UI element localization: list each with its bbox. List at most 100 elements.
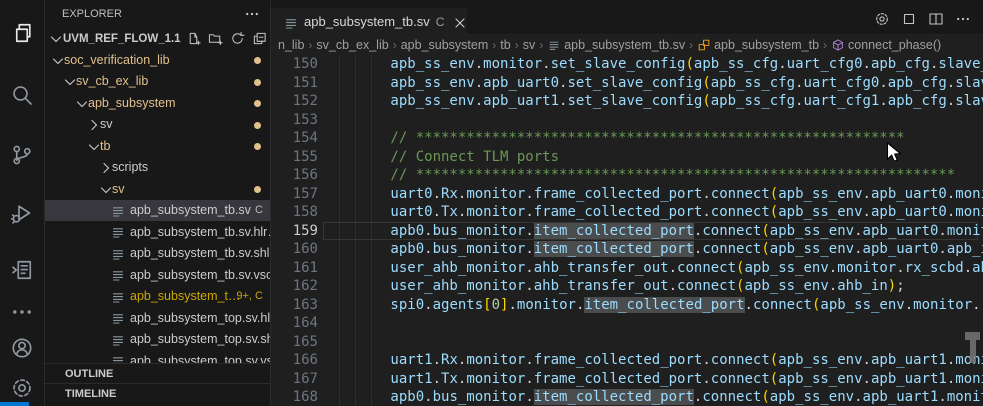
explorer-folder-row[interactable]: apb_subsystem — [45, 92, 270, 114]
explorer-file-row[interactable]: apb_subsystem_tb.svC — [45, 200, 270, 222]
activitybar-item-references-view[interactable] — [0, 249, 44, 291]
code-line[interactable]: apb_ss_env.apb_uart0.set_slave_config(ap… — [323, 74, 983, 93]
collapse-all-icon — [252, 31, 267, 46]
code-line[interactable]: user_ahb_monitor.ahb_transfer_out.connec… — [323, 259, 983, 278]
tab-apb-subsystem-tb[interactable]: apb_subsystem_tb.sv C — [271, 8, 467, 35]
line-number[interactable]: 153 — [271, 111, 318, 130]
code-line[interactable]: apb_ss_env.apb_uart1.set_slave_config(ap… — [323, 92, 983, 111]
outline-panel-header[interactable]: OUTLINE — [45, 363, 270, 383]
explorer-file-row[interactable]: apb_subsystem_top.sv.hl… — [45, 307, 270, 329]
search-icon — [10, 83, 34, 107]
line-number[interactable]: 155 — [271, 148, 318, 167]
code-line[interactable]: uart1.Tx.monitor.frame_collected_port.co… — [323, 370, 983, 389]
code-editor[interactable]: 1501511521531541551561571581591601611621… — [271, 55, 983, 406]
breadcrumb-item[interactable]: sv_cb_ex_lib — [316, 38, 388, 52]
doc-run-icon — [10, 258, 34, 282]
ellipsis-button[interactable] — [955, 10, 971, 28]
activitybar-item-account[interactable] — [0, 327, 44, 369]
breadcrumb-item[interactable]: apb_subsystem — [401, 38, 489, 52]
line-number[interactable]: 168 — [271, 388, 318, 406]
explorer-folder-row[interactable]: scripts — [45, 157, 270, 179]
new-file-icon — [186, 31, 201, 46]
breadcrumb-item[interactable]: tb — [500, 38, 510, 52]
explorer-file-row[interactable]: apb_subsystem_tb.sv.vsc… — [45, 264, 270, 286]
line-number[interactable]: 156 — [271, 166, 318, 185]
activitybar-item-run-debug[interactable] — [0, 192, 44, 234]
explorer-file-row[interactable]: apb_subsystem_tb.sv.shlr… — [45, 243, 270, 265]
explorer-section-header[interactable]: UVM_REF_FLOW_1.1 — [45, 28, 270, 49]
breadcrumb-item[interactable]: apb_subsystem_tb — [697, 38, 819, 53]
scrollbar-marker[interactable] — [970, 340, 976, 363]
activitybar-item-settings[interactable] — [0, 367, 44, 406]
breadcrumb-item[interactable]: sv — [523, 38, 536, 52]
line-number[interactable]: 164 — [271, 314, 318, 333]
line-number[interactable]: 154 — [271, 129, 318, 148]
explorer-folder-row[interactable]: sv — [45, 114, 270, 136]
code-line[interactable] — [323, 333, 983, 352]
line-number[interactable]: 162 — [271, 277, 318, 296]
code-line[interactable]: // Connect TLM ports — [323, 148, 983, 167]
code-line[interactable]: // *************************************… — [323, 129, 983, 148]
symbol-method-icon — [831, 38, 845, 52]
explorer-folder-row[interactable]: soc_verification_lib — [45, 49, 270, 71]
tree-item-label: apb_subsystem_tb.sv — [130, 203, 251, 217]
scrollbar-marker[interactable] — [965, 332, 980, 340]
line-number[interactable]: 166 — [271, 351, 318, 370]
line-number[interactable]: 160 — [271, 240, 318, 259]
explorer-folder-row[interactable]: sv_cb_ex_lib — [45, 71, 270, 93]
close-icon[interactable] — [452, 15, 466, 29]
breadcrumb-item[interactable]: apb_subsystem_tb.sv — [547, 38, 685, 53]
breadcrumb-item[interactable]: n_lib — [278, 38, 304, 52]
line-number[interactable]: 158 — [271, 203, 318, 222]
line-number[interactable]: 165 — [271, 333, 318, 352]
explorer-file-row[interactable]: apb_subsystem_top.sv.vs — [45, 350, 270, 364]
line-number[interactable]: 167 — [271, 370, 318, 389]
close-icon[interactable] — [452, 15, 468, 31]
line-number[interactable]: 159 — [271, 222, 318, 241]
activitybar-item-source-control[interactable] — [0, 134, 44, 176]
line-number[interactable]: 150 — [271, 55, 318, 74]
explorer-file-row[interactable]: apb_subsystem_t…9+, C — [45, 286, 270, 308]
new-file-button[interactable] — [186, 31, 201, 46]
code-line[interactable]: apb_ss_env.monitor.set_slave_config(apb_… — [323, 55, 983, 74]
code-line[interactable]: // *************************************… — [323, 166, 983, 185]
line-number[interactable]: 151 — [271, 74, 318, 93]
file-lines-icon — [110, 224, 126, 240]
layout-square-button[interactable] — [901, 10, 917, 28]
activitybar-item-explorer[interactable] — [0, 12, 44, 54]
code-line[interactable] — [323, 314, 983, 333]
collapse-all-button[interactable] — [252, 31, 267, 46]
code-line[interactable]: apb0.bus_monitor.item_collected_port.con… — [323, 222, 983, 241]
code-line[interactable]: spi0.agents[0].monitor.item_collected_po… — [323, 296, 983, 315]
tree-item-label: sv — [112, 182, 125, 196]
explorer-folder-row[interactable]: sv — [45, 178, 270, 200]
explorer-folder-row[interactable]: tb — [45, 135, 270, 157]
explorer-file-row[interactable]: apb_subsystem_tb.sv.hlr… — [45, 221, 270, 243]
line-number[interactable]: 152 — [271, 92, 318, 111]
code-line[interactable]: uart1.Rx.monitor.frame_collected_port.co… — [323, 351, 983, 370]
split-editor-button[interactable] — [928, 10, 944, 28]
line-number[interactable]: 157 — [271, 185, 318, 204]
tree-item-badge: 9+, C — [236, 290, 263, 302]
line-number[interactable]: 161 — [271, 259, 318, 278]
tree-item-label: apb_subsystem_tb.sv.shlr… — [130, 246, 270, 260]
sidebar-more-actions-button[interactable] — [244, 6, 260, 22]
code-line[interactable]: apb0.bus_monitor.item_collected_port.con… — [323, 240, 983, 259]
code-line[interactable]: apb0.bus_monitor.item_collected_port.con… — [323, 388, 983, 406]
code-lines: apb_ss_env.monitor.set_slave_config(apb_… — [323, 55, 983, 406]
gear-button[interactable] — [874, 10, 890, 28]
activitybar-item-search[interactable] — [0, 74, 44, 116]
code-line[interactable]: user_ahb_monitor.ahb_transfer_out.connec… — [323, 277, 983, 296]
code-line[interactable] — [323, 111, 983, 130]
code-line[interactable]: uart0.Tx.monitor.frame_collected_port.co… — [323, 203, 983, 222]
new-folder-button[interactable] — [208, 31, 223, 46]
refresh-button[interactable] — [230, 31, 245, 46]
tree-item-label: soc_verification_lib — [64, 53, 170, 67]
timeline-panel-header[interactable]: TIMELINE — [45, 383, 270, 403]
gear-icon — [874, 11, 890, 27]
code-line[interactable]: uart0.Rx.monitor.frame_collected_port.co… — [323, 185, 983, 204]
line-number[interactable]: 163 — [271, 296, 318, 315]
tree-item-label: apb_subsystem_top.sv.sh… — [130, 332, 270, 346]
explorer-file-row[interactable]: apb_subsystem_top.sv.sh… — [45, 329, 270, 351]
breadcrumb-item[interactable]: connect_phase() — [831, 38, 941, 53]
